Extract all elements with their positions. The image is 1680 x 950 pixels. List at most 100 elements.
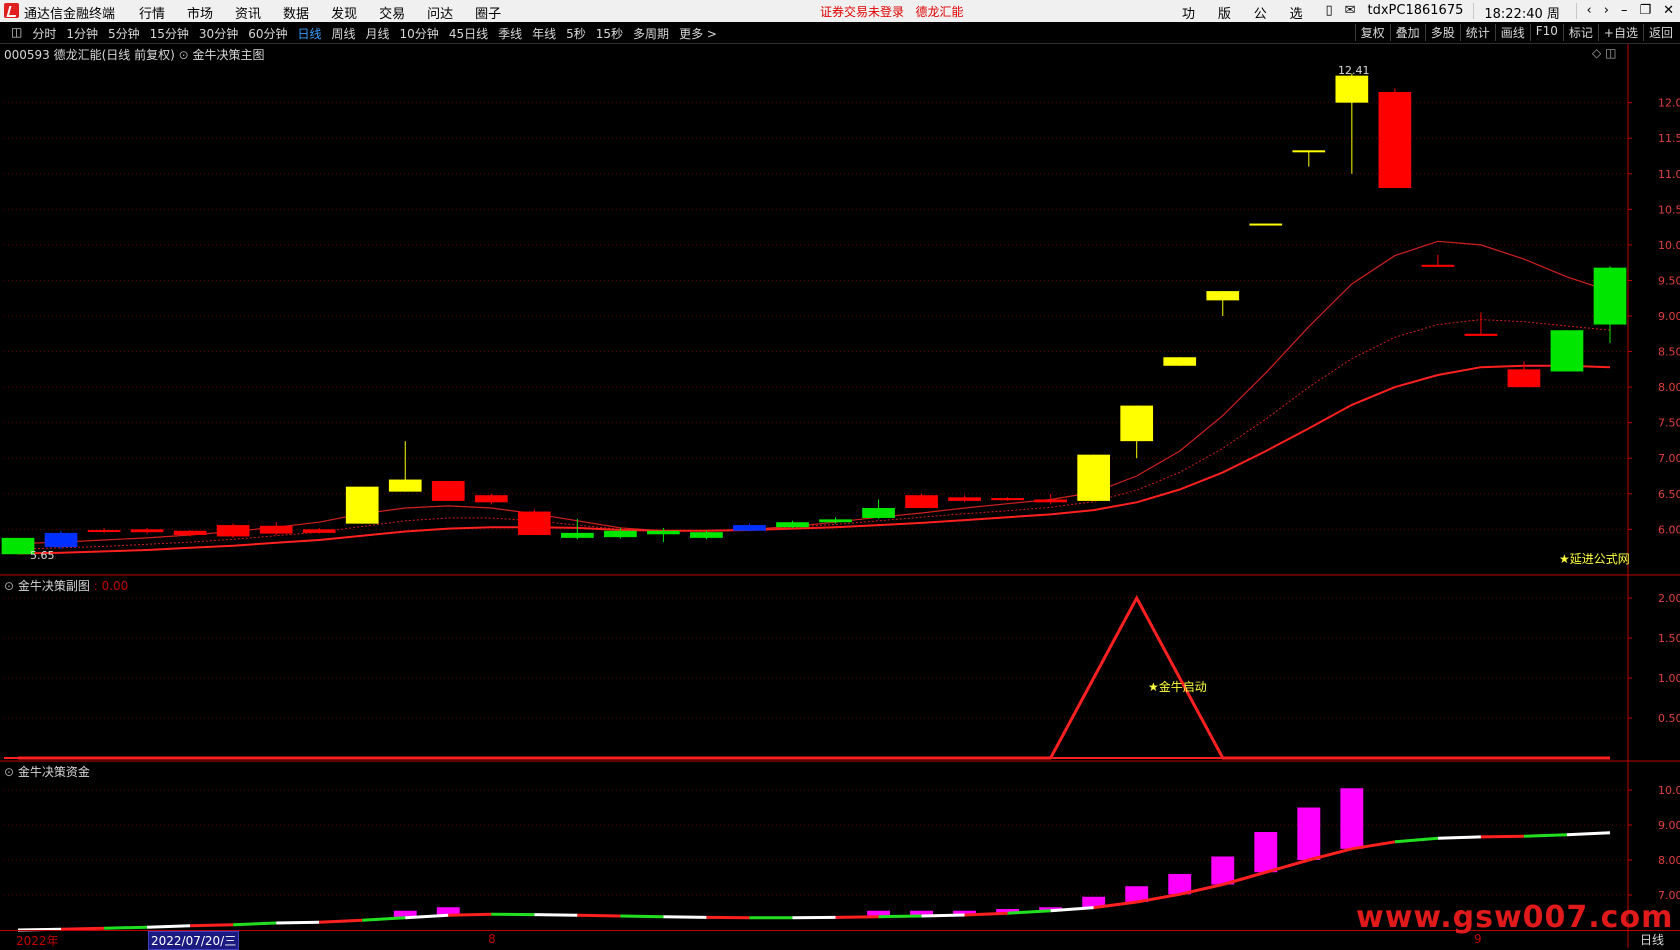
candle-body xyxy=(1120,406,1153,442)
candle-body xyxy=(303,529,336,533)
candle-body xyxy=(1034,499,1067,502)
title-menubar: 通达信金融终端 行情 市场 资讯 数据 发现 交易 问达 圈子 证券交易未登录 … xyxy=(0,0,1680,22)
fund-line-segment xyxy=(1395,838,1438,842)
bull-start-signal: ★金牛启动 xyxy=(1148,678,1207,695)
candle-body xyxy=(604,531,637,537)
tool-statistics[interactable]: 统计 xyxy=(1460,24,1495,41)
tool-overlay[interactable]: 叠加 xyxy=(1390,24,1425,41)
fund-y-tick-label: 10.00 xyxy=(1658,784,1680,797)
tab-45day[interactable]: 45日线 xyxy=(444,25,493,42)
tab-quarterly[interactable]: 季线 xyxy=(493,25,527,42)
candle-body xyxy=(819,519,852,522)
sub-toggle-icon[interactable]: ⊙ xyxy=(4,579,14,593)
month-mark-8: 8 xyxy=(488,932,496,946)
fund-y-tick-label: 9.00 xyxy=(1658,819,1680,832)
tab-60min[interactable]: 60分钟 xyxy=(243,25,292,42)
tab-monthly[interactable]: 月线 xyxy=(361,25,395,42)
candle-body xyxy=(862,508,895,518)
tab-more[interactable]: 更多 > xyxy=(674,25,722,42)
menu-circle[interactable]: 圈子 xyxy=(464,3,512,22)
main-indicator-name[interactable]: 金牛决策主图 xyxy=(193,48,265,62)
ma-mid-line xyxy=(18,320,1610,550)
right-tools: 复权 叠加 多股 统计 画线 F10 标记 +自选 返回 xyxy=(1355,24,1678,41)
candle-body xyxy=(1551,330,1584,371)
candle-body xyxy=(905,495,938,508)
diamond-icon[interactable]: ◇ xyxy=(1592,46,1601,60)
stock-label: 000593 德龙汇能(日线 前复权) xyxy=(4,48,175,62)
fund-line-segment xyxy=(1008,911,1051,913)
fund-bar xyxy=(1125,886,1148,902)
main-y-tick-label: 8.50 xyxy=(1658,346,1680,359)
tab-1min[interactable]: 1分钟 xyxy=(61,25,103,42)
fund-line-segment xyxy=(319,920,362,922)
main-y-tick-label: 7.00 xyxy=(1658,452,1680,465)
fund-toggle-icon[interactable]: ⊙ xyxy=(4,765,14,779)
menu-markets[interactable]: 市场 xyxy=(176,3,224,22)
tab-15min[interactable]: 15分钟 xyxy=(145,25,194,42)
tool-f10[interactable]: F10 xyxy=(1530,24,1563,41)
candle-body xyxy=(217,525,250,536)
candle-body xyxy=(131,529,164,532)
tab-10min[interactable]: 10分钟 xyxy=(395,25,444,42)
panel-toggle-icon[interactable]: ◫ xyxy=(1605,46,1616,60)
menu-discover[interactable]: 发现 xyxy=(320,3,368,22)
fund-bar xyxy=(1340,788,1363,849)
fund-line-segment xyxy=(879,916,922,917)
fund-line-segment xyxy=(147,926,190,927)
not-logged-text[interactable]: 证券交易未登录 xyxy=(820,5,904,19)
tool-multi-stock[interactable]: 多股 xyxy=(1425,24,1460,41)
tab-fenshi[interactable]: 分时 xyxy=(27,25,61,42)
fund-bar xyxy=(1254,832,1277,872)
candle-body xyxy=(733,525,766,531)
trade-login-notice[interactable]: 证券交易未登录 德龙汇能 xyxy=(820,3,963,20)
menu-news[interactable]: 资讯 xyxy=(224,3,272,22)
fund-line-segment xyxy=(922,915,965,916)
fund-line-segment xyxy=(1309,849,1352,860)
fund-bar xyxy=(867,911,890,917)
menu-ask[interactable]: 问达 xyxy=(416,3,464,22)
candle-body xyxy=(1335,76,1368,103)
fund-bar xyxy=(953,911,976,915)
app-title: 通达信金融终端 xyxy=(24,3,115,22)
candle-body xyxy=(1292,150,1325,152)
tab-5min[interactable]: 5分钟 xyxy=(103,25,145,42)
fund-line-segment xyxy=(233,923,276,925)
fund-line-segment xyxy=(577,915,620,916)
fund-line-segment xyxy=(1137,894,1180,902)
candle-body xyxy=(518,512,551,535)
sidebar-toggle-icon[interactable]: ◫ xyxy=(6,25,27,42)
fund-bar xyxy=(1297,808,1320,861)
period-toolbar: ◫ 分时 1分钟 5分钟 15分钟 30分钟 60分钟 日线 周线 月线 10分… xyxy=(0,22,1680,44)
sub-indicator-name[interactable]: 金牛决策副图 xyxy=(18,579,90,593)
year-label: 2022年 xyxy=(16,932,59,949)
main-y-tick-label: 11.50 xyxy=(1658,132,1680,145)
tab-daily[interactable]: 日线 xyxy=(292,25,326,42)
tab-15sec[interactable]: 15秒 xyxy=(591,25,628,42)
tool-mark[interactable]: 标记 xyxy=(1563,24,1598,41)
candle-body xyxy=(432,481,465,501)
fund-line-segment xyxy=(276,922,319,923)
fund-line-segment xyxy=(1094,902,1137,908)
tool-restore-rights[interactable]: 复权 xyxy=(1355,24,1390,41)
candle-body xyxy=(948,497,981,501)
fund-line-segment xyxy=(104,927,147,928)
menu-market[interactable]: 行情 xyxy=(128,3,176,22)
fund-line-segment xyxy=(190,925,233,926)
tool-add-watchlist[interactable]: +自选 xyxy=(1598,24,1643,41)
tab-multi-period[interactable]: 多周期 xyxy=(628,25,674,42)
main-y-tick-label: 9.50 xyxy=(1658,274,1680,287)
tab-weekly[interactable]: 周线 xyxy=(327,25,361,42)
fund-indicator-name[interactable]: 金牛决策资金 xyxy=(18,765,90,779)
menu-trade[interactable]: 交易 xyxy=(368,3,416,22)
tool-back[interactable]: 返回 xyxy=(1643,24,1678,41)
menu-data[interactable]: 数据 xyxy=(272,3,320,22)
tool-draw[interactable]: 画线 xyxy=(1495,24,1530,41)
indicator-toggle-icon[interactable]: ⊙ xyxy=(179,48,189,62)
panel-controls: ◇ ◫ xyxy=(1592,46,1616,60)
sub-y-tick-label: 1.00 xyxy=(1658,672,1680,685)
fund-bar xyxy=(1039,907,1062,911)
sub-indicator-value: : 0.00 xyxy=(94,579,129,593)
tab-30min[interactable]: 30分钟 xyxy=(194,25,243,42)
tab-5sec[interactable]: 5秒 xyxy=(561,25,591,42)
tab-yearly[interactable]: 年线 xyxy=(527,25,561,42)
